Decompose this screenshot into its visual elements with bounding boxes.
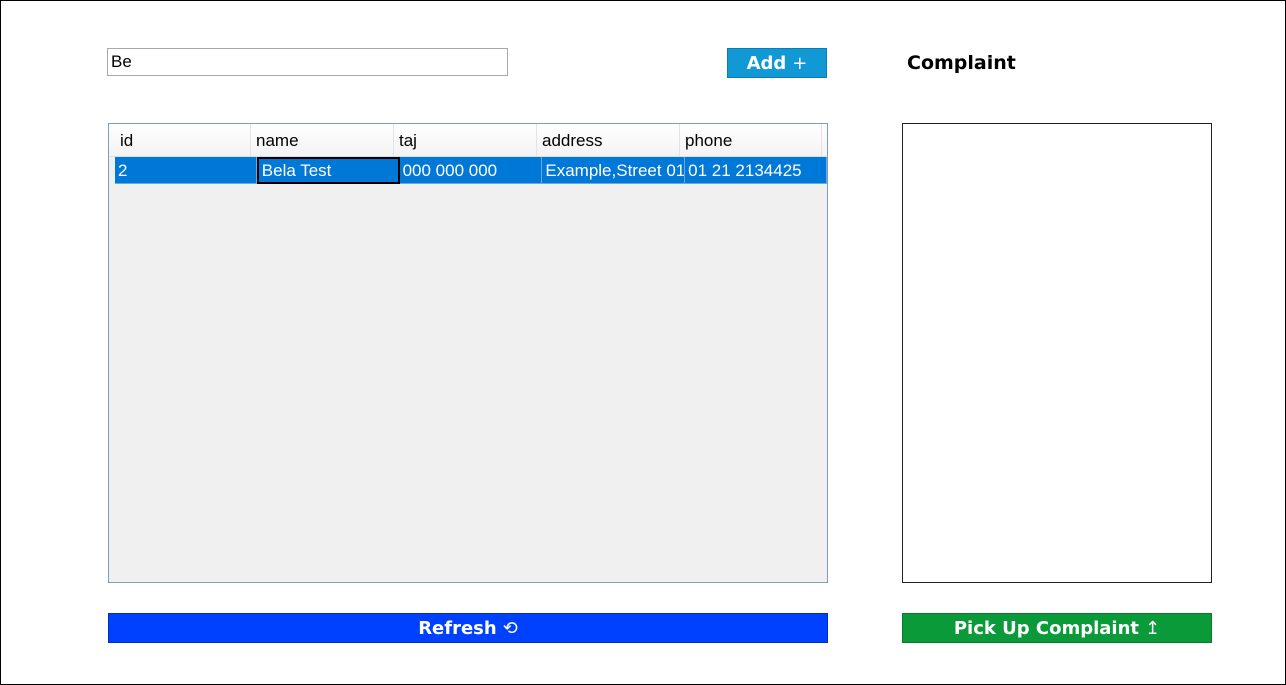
app-window: Add + Complaint id name taj address phon…	[0, 0, 1286, 685]
pick-up-complaint-label: Pick Up Complaint	[953, 617, 1140, 639]
complaint-title: Complaint	[907, 52, 1016, 74]
plus-icon: +	[792, 52, 808, 74]
pick-up-complaint-button[interactable]: Pick Up Complaint ↥	[902, 613, 1212, 643]
search-input[interactable]	[107, 48, 508, 76]
refresh-button[interactable]: Refresh ⟲	[108, 613, 828, 643]
refresh-icon: ⟲	[502, 617, 518, 639]
column-header-address[interactable]: address	[537, 124, 680, 156]
cell-taj[interactable]: 000 000 000	[399, 157, 543, 184]
add-button[interactable]: Add +	[727, 48, 827, 78]
cell-phone[interactable]: 01 21 2134425	[685, 157, 827, 184]
column-header-taj[interactable]: taj	[394, 124, 537, 156]
add-button-label: Add	[746, 52, 787, 74]
column-header-id[interactable]: id	[109, 124, 251, 156]
upload-arrow-icon: ↥	[1145, 617, 1161, 639]
column-header-phone[interactable]: phone	[680, 124, 822, 156]
table-row[interactable]: 2 Bela Test 000 000 000 Example,Street 0…	[109, 157, 827, 184]
column-header-name[interactable]: name	[251, 124, 394, 156]
complaint-text-box[interactable]	[902, 123, 1212, 583]
cell-id[interactable]: 2	[114, 157, 257, 184]
patients-table[interactable]: id name taj address phone 2 Bela Test 00…	[108, 123, 828, 583]
table-header: id name taj address phone	[109, 124, 827, 157]
cell-address[interactable]: Example,Street 01	[542, 157, 686, 184]
refresh-button-label: Refresh	[418, 617, 497, 639]
cell-name[interactable]: Bela Test	[256, 157, 400, 184]
